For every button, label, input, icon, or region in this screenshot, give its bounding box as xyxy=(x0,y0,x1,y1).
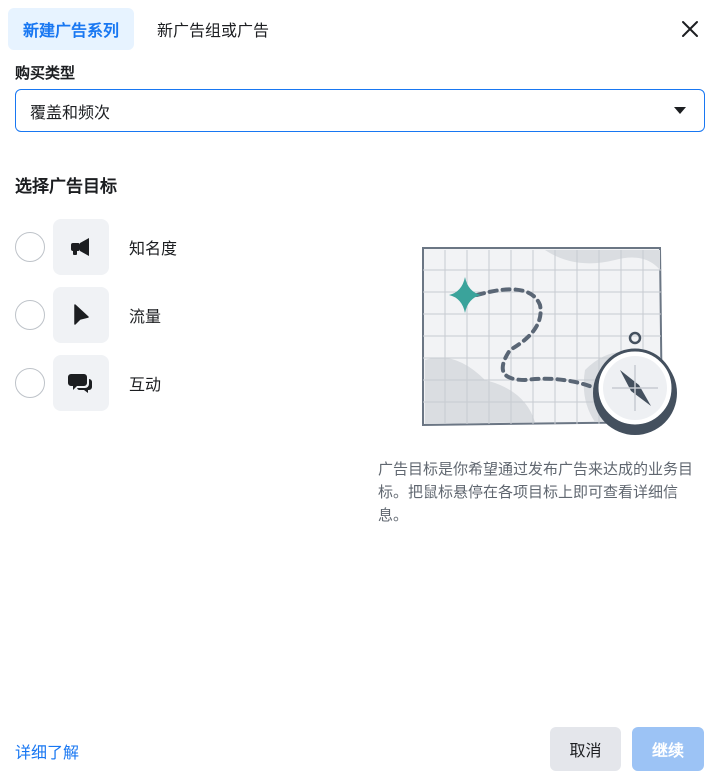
radio-awareness[interactable] xyxy=(15,232,45,262)
cancel-button[interactable]: 取消 xyxy=(550,727,621,771)
cursor-icon xyxy=(53,287,109,343)
continue-button[interactable]: 继续 xyxy=(632,727,704,771)
close-icon xyxy=(682,21,698,37)
objective-section-title: 选择广告目标 xyxy=(15,177,117,197)
objective-label: 流量 xyxy=(129,307,162,326)
learn-more-link[interactable]: 详细了解 xyxy=(15,739,79,763)
close-button[interactable] xyxy=(674,13,706,45)
caret-down-icon xyxy=(674,107,686,114)
buy-type-label: 购买类型 xyxy=(15,64,76,82)
tab-new-campaign[interactable]: 新建广告系列 xyxy=(8,8,135,50)
radio-traffic[interactable] xyxy=(15,300,45,330)
objective-label: 互动 xyxy=(129,375,162,394)
chat-bubbles-icon xyxy=(53,355,109,411)
buy-type-selected-value: 覆盖和频次 xyxy=(30,102,111,122)
tab-bar: 新建广告系列 新广告组或广告 xyxy=(8,8,284,50)
tab-new-adset-or-ad[interactable]: 新广告组或广告 xyxy=(142,8,284,50)
buy-type-select[interactable]: 覆盖和频次 xyxy=(15,89,705,132)
radio-engagement[interactable] xyxy=(15,368,45,398)
objective-traffic[interactable]: 流量 xyxy=(15,287,161,343)
objective-description: 广告目标是你希望通过发布广告来达成的业务目标。把鼠标悬停在各项目标上即可查看详细… xyxy=(378,460,694,524)
objective-awareness[interactable]: 知名度 xyxy=(15,219,177,275)
map-compass-illustration xyxy=(415,240,685,445)
objective-label: 知名度 xyxy=(129,239,178,258)
objective-engagement[interactable]: 互动 xyxy=(15,355,161,411)
megaphone-icon xyxy=(53,219,109,275)
